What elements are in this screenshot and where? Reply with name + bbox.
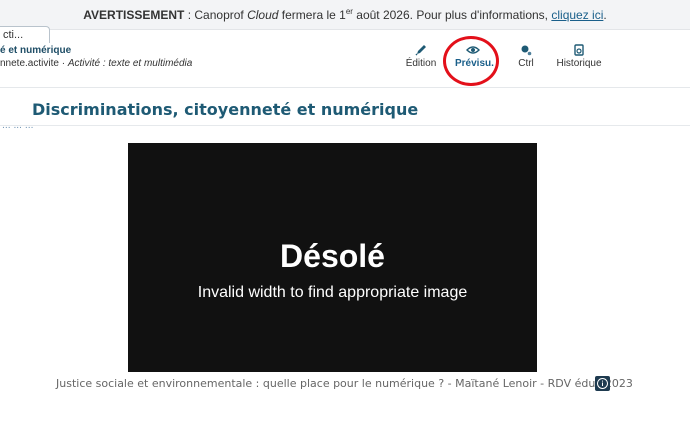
title-divider bbox=[0, 125, 690, 126]
path-id: nnete.activite bbox=[0, 58, 59, 69]
edition-button[interactable]: Édition bbox=[405, 43, 437, 71]
banner-text-end: . bbox=[603, 8, 607, 22]
banner-text-mid: fermera le 1 bbox=[278, 8, 346, 22]
banner-link[interactable]: cliquez ici bbox=[551, 8, 603, 22]
preview-button[interactable]: Prévisu. bbox=[455, 43, 494, 71]
page-title: Discriminations, citoyenneté et numériqu… bbox=[32, 100, 419, 119]
banner-text-post: août 2026. Pour plus d'informations, bbox=[352, 8, 552, 22]
video-error-title: Désolé bbox=[280, 238, 385, 274]
history-icon bbox=[574, 44, 584, 56]
document-tab[interactable]: cti... bbox=[0, 26, 50, 43]
document-path: nnete.activite · Activité : texte et mul… bbox=[0, 58, 192, 69]
banner-sup: er bbox=[345, 7, 353, 16]
ctrl-label: Ctrl bbox=[518, 58, 534, 69]
banner-text-pre: Canoprof bbox=[194, 8, 248, 22]
pen-icon bbox=[415, 45, 426, 56]
info-icon[interactable] bbox=[595, 376, 610, 391]
sub-header: é et numérique nnete.activite · Activité… bbox=[0, 43, 690, 88]
banner-sep: : bbox=[184, 8, 195, 22]
banner-brand: Cloud bbox=[247, 8, 279, 22]
path-type: Activité : texte et multimédia bbox=[67, 58, 193, 69]
banner-label: AVERTISSEMENT bbox=[83, 8, 185, 22]
video-player[interactable]: Désolé Invalid width to find appropriate… bbox=[128, 143, 537, 372]
path-sep: · bbox=[58, 58, 68, 69]
ctrl-button[interactable]: Ctrl bbox=[514, 43, 538, 71]
ctrl-icon bbox=[521, 45, 532, 56]
warning-banner: AVERTISSEMENT : Canoprof Cloud fermera l… bbox=[0, 0, 690, 30]
history-button[interactable]: Historique bbox=[554, 43, 604, 71]
history-label: Historique bbox=[556, 58, 602, 69]
video-caption: Justice sociale et environnementale : qu… bbox=[56, 377, 633, 390]
document-title: é et numérique bbox=[0, 45, 72, 56]
edition-label: Édition bbox=[405, 58, 437, 69]
video-error-message: Invalid width to find appropriate image bbox=[197, 284, 468, 301]
bottom-clipped-text: ... ... ...... ...... bbox=[4, 425, 65, 430]
clipped-text: ... ... ... bbox=[2, 121, 34, 131]
preview-label: Prévisu. bbox=[455, 58, 494, 69]
eye-icon bbox=[466, 46, 480, 54]
info-glyph bbox=[597, 378, 608, 389]
